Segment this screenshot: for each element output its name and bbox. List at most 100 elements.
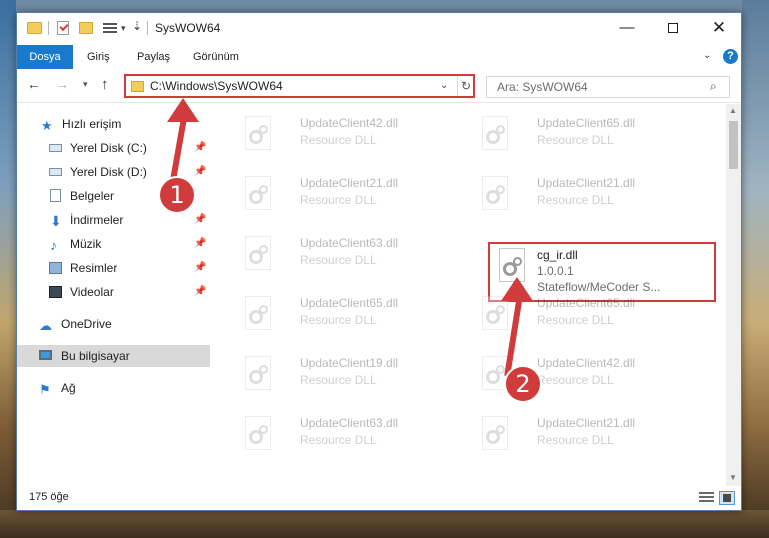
pc-icon	[39, 350, 52, 360]
back-arrow-icon[interactable]: ←	[27, 76, 41, 92]
large-icons-view-icon[interactable]	[719, 491, 735, 505]
address-path[interactable]: C:\Windows\SysWOW64	[150, 79, 283, 93]
sidebar-item-label: Bu bilgisayar	[61, 349, 130, 363]
customize-toolbar-icon[interactable]: ⇣	[132, 19, 142, 33]
cloud-icon: ☁	[39, 318, 52, 333]
toolbar-divider	[147, 21, 148, 35]
recent-locations-icon[interactable]: ▾	[83, 79, 88, 90]
file-name: UpdateClient42.dll	[537, 356, 636, 370]
sidebar-item-pictures[interactable]: Resimler 📌	[17, 257, 210, 279]
file-type: Resource DLL	[537, 193, 614, 207]
help-icon[interactable]: ?	[723, 49, 738, 64]
search-icon[interactable]: ⌕	[710, 79, 717, 94]
pin-icon[interactable]: 📌	[194, 257, 206, 279]
dll-file-icon	[478, 176, 510, 214]
title-bar: ▾ ⇣ SysWOW64 — ✕	[17, 13, 741, 45]
file-item[interactable]: UpdateClient63.dll Resource DLL	[211, 404, 421, 460]
ribbon-tabs: Dosya Giriş Paylaş Görünüm ⌄ ?	[17, 45, 741, 69]
tab-share[interactable]: Paylaş	[137, 45, 170, 69]
chevron-down-icon[interactable]: ⌄	[440, 80, 448, 91]
search-input[interactable]: Ara: SysWOW64 ⌕	[486, 76, 730, 98]
view-options-icon[interactable]	[103, 22, 117, 34]
sidebar-item-label: Müzik	[70, 237, 102, 251]
step-badge: 1	[158, 176, 196, 214]
file-item[interactable]: UpdateClient63.dll Resource DLL	[211, 224, 421, 280]
file-item[interactable]: UpdateClient65.dll Resource DLL	[211, 284, 421, 340]
sidebar-item-label: Videolar	[70, 285, 114, 299]
dll-file-icon	[478, 416, 510, 454]
sidebar-item-label: Yerel Disk (C:)	[70, 141, 147, 155]
pin-icon[interactable]: 📌	[194, 209, 206, 231]
star-icon: ★	[41, 118, 53, 133]
video-icon	[49, 286, 62, 298]
file-version: 1.0.0.1	[537, 264, 574, 278]
tab-home[interactable]: Giriş	[87, 45, 110, 69]
folder-icon	[131, 81, 144, 92]
dll-file-icon	[241, 116, 273, 154]
file-item[interactable]: UpdateClient21.dll Resource DLL	[448, 404, 658, 460]
vertical-scrollbar[interactable]: ▲ ▼	[726, 104, 741, 486]
file-item[interactable]: UpdateClient19.dll Resource DLL	[211, 344, 421, 400]
file-name: UpdateClient65.dll	[537, 296, 636, 310]
refresh-icon[interactable]: ↻	[457, 76, 474, 96]
properties-icon[interactable]	[57, 21, 69, 35]
scroll-up-icon[interactable]: ▲	[729, 106, 737, 115]
new-folder-icon[interactable]	[79, 22, 93, 34]
file-item[interactable]: UpdateClient21.dll Resource DLL	[448, 164, 658, 220]
chevron-down-icon[interactable]: ⌄	[703, 50, 711, 61]
file-name: UpdateClient65.dll	[537, 116, 636, 130]
annotation-arrow-head	[167, 98, 199, 122]
file-item[interactable]: UpdateClient65.dll Resource DLL	[448, 104, 658, 160]
pin-icon[interactable]: 📌	[194, 161, 206, 183]
sidebar-item-network[interactable]: ⚑ Ağ	[17, 377, 210, 399]
file-name: UpdateClient65.dll	[300, 296, 399, 310]
sidebar-item-this-pc[interactable]: Bu bilgisayar	[17, 345, 210, 367]
tab-view[interactable]: Görünüm	[193, 45, 239, 69]
dll-file-icon	[478, 296, 510, 334]
file-item[interactable]: UpdateClient21.dll Resource DLL	[211, 164, 421, 220]
sidebar-item-music[interactable]: ♪ Müzik 📌	[17, 233, 210, 255]
file-type: Resource DLL	[300, 433, 377, 447]
details-view-icon[interactable]	[699, 492, 714, 504]
dll-file-icon	[478, 116, 510, 154]
chevron-down-icon[interactable]: ▾	[121, 23, 126, 34]
explorer-window: ▾ ⇣ SysWOW64 — ✕ Dosya Giriş Paylaş Görü…	[16, 12, 742, 511]
file-item[interactable]: UpdateClient42.dll Resource DLL	[211, 104, 421, 160]
maximize-button[interactable]	[650, 13, 696, 43]
minimize-button[interactable]: —	[604, 13, 650, 43]
sidebar-item-label: Hızlı erişim	[62, 117, 122, 131]
forward-arrow-icon[interactable]: →	[55, 76, 69, 92]
pin-icon[interactable]: 📌	[194, 137, 206, 159]
step-badge: 2	[504, 365, 542, 403]
music-icon: ♪	[50, 237, 57, 253]
sidebar-item-videos[interactable]: Videolar 📌	[17, 281, 210, 303]
dll-file-icon	[241, 236, 273, 274]
scroll-down-icon[interactable]: ▼	[729, 473, 737, 482]
scrollbar-thumb[interactable]	[729, 121, 738, 169]
desktop-background-right	[742, 0, 769, 538]
file-type: Resource DLL	[537, 133, 614, 147]
sidebar-item-label: Belgeler	[70, 189, 115, 203]
file-name: UpdateClient21.dll	[300, 176, 399, 190]
sidebar-item-label: İndirmeler	[70, 213, 124, 227]
sidebar-item-onedrive[interactable]: ☁ OneDrive	[17, 313, 210, 335]
file-name: UpdateClient63.dll	[300, 236, 399, 250]
file-type: Resource DLL	[300, 253, 377, 267]
sidebar-item-label: OneDrive	[61, 317, 112, 331]
navigation-pane: ★ Hızlı erişim Yerel Disk (C:) 📌 Yerel D…	[17, 104, 210, 486]
address-bar[interactable]: C:\Windows\SysWOW64 ⌄ ↻	[124, 74, 475, 98]
tab-file[interactable]: Dosya	[17, 45, 73, 69]
sidebar-item-label: Resimler	[70, 261, 118, 275]
pin-icon[interactable]: 📌	[194, 281, 206, 303]
file-item[interactable]: UpdateClient65.dll Resource DLL	[448, 284, 658, 340]
file-type: Resource DLL	[537, 313, 614, 327]
file-type: Resource DLL	[300, 193, 377, 207]
file-name: UpdateClient63.dll	[300, 416, 399, 430]
close-button[interactable]: ✕	[696, 13, 742, 43]
dll-file-icon	[241, 176, 273, 214]
pin-icon[interactable]: 📌	[194, 233, 206, 255]
file-name: UpdateClient19.dll	[300, 356, 399, 370]
drive-icon	[49, 168, 62, 176]
file-item[interactable]: UpdateClient42.dll Resource DLL	[448, 344, 658, 400]
up-arrow-icon[interactable]: ↑	[101, 76, 109, 93]
